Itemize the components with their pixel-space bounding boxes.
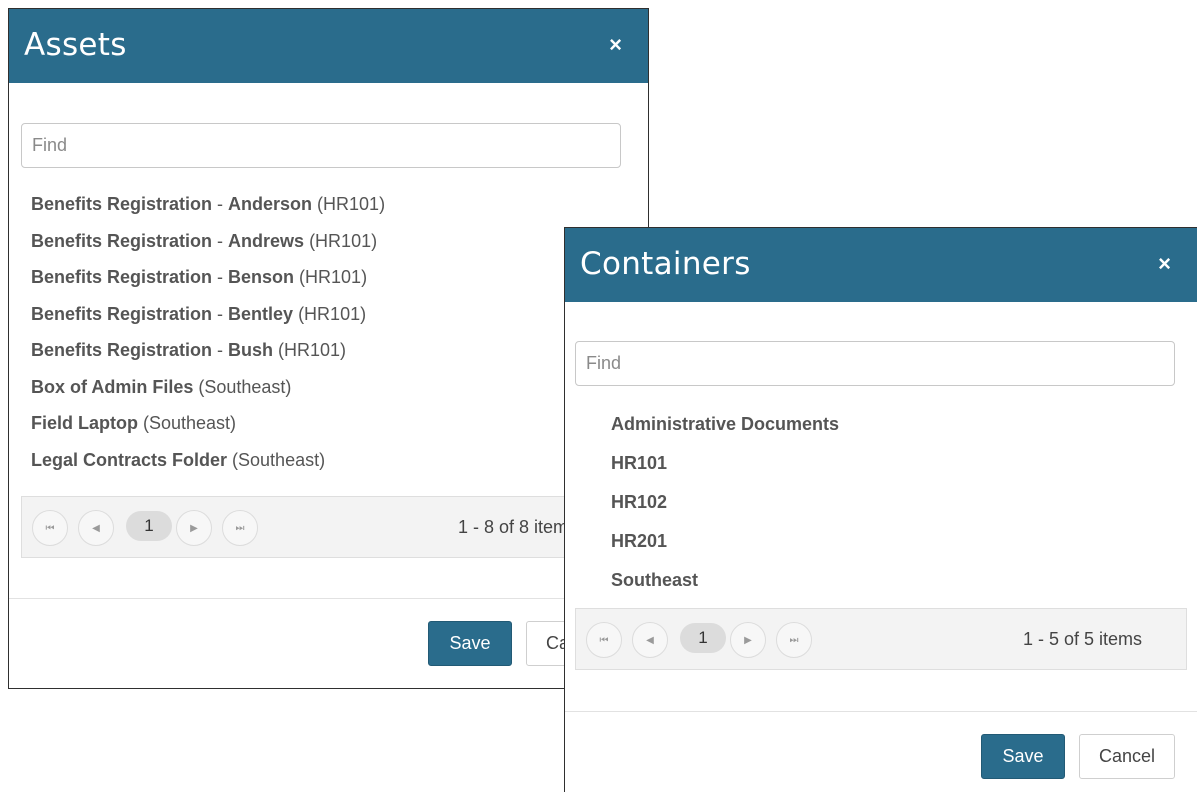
- containers-title-bar: Containers ×: [565, 228, 1197, 302]
- prev-page-icon[interactable]: ◀: [632, 622, 668, 658]
- containers-pager: ⏮ ◀ 1 ▶ ⏭ 1 - 5 of 5 items: [575, 608, 1187, 670]
- assets-title: Assets: [24, 27, 127, 63]
- list-item[interactable]: Benefits Registration - Benson (HR101): [31, 259, 385, 296]
- assets-find-input[interactable]: [21, 123, 621, 168]
- containers-find-input[interactable]: [575, 341, 1175, 386]
- containers-title: Containers: [580, 246, 751, 282]
- list-item[interactable]: Field Laptop (Southeast): [31, 405, 385, 442]
- list-item[interactable]: HR102: [611, 483, 839, 522]
- containers-dialog: Containers × Administrative Documents HR…: [564, 227, 1197, 792]
- next-page-icon[interactable]: ▶: [176, 510, 212, 546]
- containers-list: Administrative Documents HR101 HR102 HR2…: [611, 405, 839, 600]
- list-item[interactable]: Benefits Registration - Anderson (HR101): [31, 186, 385, 223]
- close-icon[interactable]: ×: [1158, 252, 1171, 276]
- footer-divider: [9, 598, 648, 599]
- last-page-icon[interactable]: ⏭: [222, 510, 258, 546]
- prev-page-icon[interactable]: ◀: [78, 510, 114, 546]
- assets-pager: ⏮ ◀ 1 ▶ ⏭ 1 - 8 of 8 items: [21, 496, 648, 558]
- list-item[interactable]: Southeast: [611, 561, 839, 600]
- last-page-icon[interactable]: ⏭: [776, 622, 812, 658]
- page-number-button[interactable]: 1: [680, 623, 726, 653]
- assets-title-bar: Assets ×: [9, 9, 648, 83]
- list-item[interactable]: Benefits Registration - Bentley (HR101): [31, 296, 385, 333]
- close-icon[interactable]: ×: [609, 33, 622, 57]
- list-item[interactable]: HR101: [611, 444, 839, 483]
- assets-dialog: Assets × Benefits Registration - Anderso…: [8, 8, 649, 689]
- list-item[interactable]: Administrative Documents: [611, 405, 839, 444]
- pager-info: 1 - 8 of 8 items: [458, 517, 578, 537]
- first-page-icon[interactable]: ⏮: [32, 510, 68, 546]
- list-item[interactable]: Box of Admin Files (Southeast): [31, 369, 385, 406]
- list-item[interactable]: Legal Contracts Folder (Southeast): [31, 442, 385, 479]
- first-page-icon[interactable]: ⏮: [586, 622, 622, 658]
- save-button[interactable]: Save: [428, 621, 512, 666]
- cancel-button[interactable]: Cancel: [1079, 734, 1175, 779]
- next-page-icon[interactable]: ▶: [730, 622, 766, 658]
- list-item[interactable]: Benefits Registration - Andrews (HR101): [31, 223, 385, 260]
- footer-divider: [565, 711, 1197, 712]
- save-button[interactable]: Save: [981, 734, 1065, 779]
- pager-info: 1 - 5 of 5 items: [1022, 629, 1142, 649]
- list-item[interactable]: Benefits Registration - Bush (HR101): [31, 332, 385, 369]
- assets-list: Benefits Registration - Anderson (HR101)…: [31, 186, 385, 478]
- page-number-button[interactable]: 1: [126, 511, 172, 541]
- list-item[interactable]: HR201: [611, 522, 839, 561]
